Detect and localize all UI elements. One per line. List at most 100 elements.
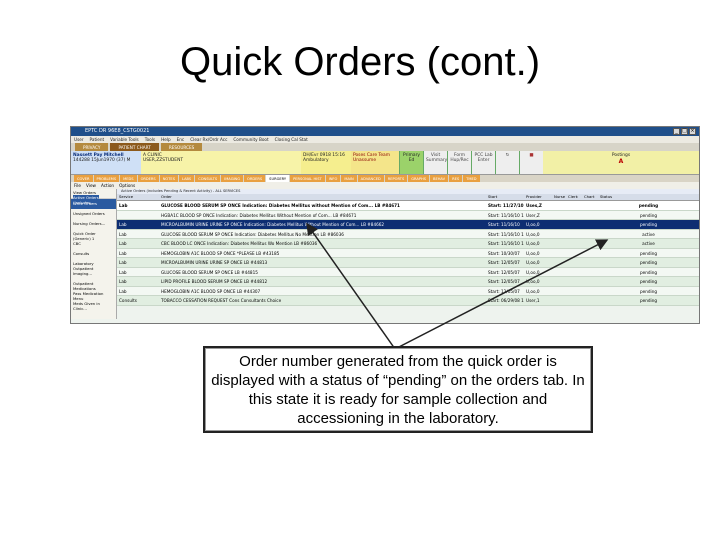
column-header[interactable]: Status xyxy=(598,194,699,200)
menu-bar: User Patient Variable Tools Tools Help Enc Cle… xyxy=(71,136,699,143)
column-header[interactable]: Chart xyxy=(582,194,598,200)
table-cell: Lab xyxy=(119,222,127,227)
visit-summary-sublabel: Summary xyxy=(426,158,448,163)
function-tab[interactable]: PROBLEMS xyxy=(93,175,120,182)
function-tab[interactable]: MAIN xyxy=(341,175,357,182)
table-cell xyxy=(566,239,582,248)
function-tab[interactable]: CONSULTS xyxy=(195,175,221,182)
patient-info[interactable]: Nassett Pay Mitchell 144288 15Jun1970 (3… xyxy=(71,151,141,174)
visit-info[interactable]: DH/Evr 0918 15:16 Ambulatory xyxy=(301,151,351,174)
callout-box: Order number generated from the quick or… xyxy=(203,346,593,433)
care-team[interactable]: Poses Care Team Unassume xyxy=(351,151,399,174)
table-row[interactable]: Lab HEMOGLOBIN A1C BLOOD SP ONCE *PLEASE … xyxy=(117,248,699,258)
table-cell xyxy=(552,201,566,210)
column-header[interactable]: Start xyxy=(486,194,524,200)
table-cell: Start: 12/05/07 xyxy=(488,260,520,265)
app-tab[interactable]: PATIENT CHART xyxy=(110,143,159,151)
toolbar-menu-item[interactable]: View xyxy=(86,182,96,189)
function-tab[interactable]: SURGERY xyxy=(266,175,290,182)
function-tab[interactable]: ORDERS xyxy=(137,175,159,182)
nav-item[interactable]: Pass Medication Menu xyxy=(71,289,116,301)
function-tab[interactable]: ADVANCED xyxy=(357,175,384,182)
table-row[interactable]: Lab GLUCOSE BLOOD SERUM SP ONCE Indicatio… xyxy=(117,229,699,239)
table-cell xyxy=(566,249,582,258)
alert-button[interactable]: ■ xyxy=(519,151,543,174)
function-tab[interactable]: PERSONAL HIST xyxy=(290,175,325,182)
nav-item[interactable]: Nursing Orders... xyxy=(71,219,116,229)
table-row[interactable]: Lab HEMOGLOBIN A1C BLOOD SP ONCE LB #4430… xyxy=(117,286,699,296)
encounter-info[interactable]: A CLINIC USER,ZZSTUDENT xyxy=(141,151,301,174)
table-row[interactable]: Lab MICROALBUMIN URINE URINE SP ONCE Indi… xyxy=(117,220,699,230)
table-cell: Start: 11/16/10 1317 xyxy=(488,212,524,218)
refresh-button[interactable]: ↻ xyxy=(495,151,519,174)
table-cell: active xyxy=(642,231,655,237)
app-tab[interactable]: PRIVACY xyxy=(75,143,109,151)
table-row[interactable]: Lab CBC BLOOD LC ONCE Indication: Diabete… xyxy=(117,239,699,249)
postings[interactable]: Postings A xyxy=(543,151,699,174)
nav-item[interactable]: Meds Given in Clinic... xyxy=(71,299,116,311)
table-row[interactable]: Lab GLUCOSE BLOOD SERUM SP ONCE LB #44815… xyxy=(117,267,699,277)
function-tab[interactable]: ORDERS xyxy=(244,175,266,182)
table-row[interactable]: Lab GLUCOSE BLOOD SERUM SP ONCE Indicatio… xyxy=(117,201,699,211)
table-cell xyxy=(582,287,598,296)
nav-item[interactable]: Laboratory Outpatient xyxy=(71,259,116,271)
menu-item[interactable]: User xyxy=(74,136,84,143)
nav-item[interactable]: Consults xyxy=(71,249,116,259)
function-tab[interactable]: IMAGING xyxy=(221,175,244,182)
function-tab[interactable]: REPORTS xyxy=(384,175,408,182)
minimize-icon[interactable]: _ xyxy=(673,128,680,135)
toolbar-menu-item[interactable]: Options xyxy=(119,182,135,189)
table-row[interactable]: Lab LIPID PROFILE BLOOD SERUM SP ONCE LB … xyxy=(117,277,699,287)
column-header[interactable]: Nurse xyxy=(552,194,566,200)
nav-item[interactable]: Write Orders xyxy=(71,199,116,209)
view-orders-header[interactable]: View Orders Active Orders (Includes... xyxy=(71,189,116,205)
menu-item[interactable]: Help xyxy=(161,136,171,143)
maximize-icon[interactable]: □ xyxy=(681,128,688,135)
table-cell xyxy=(566,220,582,229)
function-tab[interactable]: RES xyxy=(449,175,463,182)
function-tab[interactable]: LABS xyxy=(178,175,195,182)
visit-summary-button[interactable]: Visit Summary xyxy=(423,151,447,174)
menu-item[interactable]: Tools xyxy=(145,136,155,143)
function-tab[interactable]: TMED xyxy=(463,175,480,182)
column-header[interactable]: Clerk xyxy=(566,194,582,200)
function-tab[interactable]: INFO xyxy=(325,175,341,182)
table-cell: User,1 xyxy=(526,298,540,303)
close-icon[interactable]: × xyxy=(689,128,696,135)
table-cell xyxy=(552,277,566,286)
table-cell: Lab xyxy=(119,260,127,265)
primary-ed-button[interactable]: Primary Ed xyxy=(399,151,423,174)
pcc-lab-button[interactable]: PCC Lab Enter xyxy=(471,151,495,174)
function-tab[interactable]: GRAPHS xyxy=(408,175,429,182)
form-button[interactable]: Form Hup/Rec xyxy=(447,151,471,174)
table-cell: pending xyxy=(639,250,658,256)
toolbar-menu-item[interactable]: Action xyxy=(101,182,114,189)
table-row[interactable]: Consults TOBACCO CESSATION REQUEST Cons C… xyxy=(117,296,699,306)
menu-item[interactable]: Community Boot xyxy=(233,136,268,143)
menu-item[interactable]: Clear Rx/Ordr Acc xyxy=(190,136,227,143)
column-header[interactable]: Provider xyxy=(524,194,552,200)
column-header[interactable]: Service xyxy=(117,194,159,200)
nav-item[interactable]: Imaging... xyxy=(71,269,116,279)
table-cell: U,oo,0 xyxy=(526,231,540,237)
toolbar-menu-item[interactable]: File xyxy=(74,182,81,189)
table-cell: User,Z xyxy=(526,212,540,218)
column-header[interactable]: Order xyxy=(159,194,486,200)
table-row[interactable]: HGBA1C BLOOD SP ONCE Indication: Diabete… xyxy=(117,210,699,220)
app-tab[interactable]: RESOURCES xyxy=(160,143,203,151)
table-cell: MICROALBUMIN URINE URINE SP ONCE Indicat… xyxy=(161,222,385,227)
function-tab[interactable]: NOTES xyxy=(159,175,178,182)
menu-item[interactable]: Enc xyxy=(177,136,185,143)
table-cell: Lab xyxy=(119,269,127,275)
nav-item[interactable]: Quick Order (Generic) 1 xyxy=(71,229,116,241)
function-tab[interactable]: COVER xyxy=(74,175,93,182)
function-tab[interactable]: MEDS xyxy=(120,175,137,182)
table-cell xyxy=(552,220,566,229)
table-row[interactable]: Lab MICROALBUMIN URINE URINE SP ONCE LB #… xyxy=(117,258,699,268)
menu-item[interactable]: Patient xyxy=(90,136,105,143)
nav-item[interactable]: Unsigned Orders xyxy=(71,209,116,219)
menu-item[interactable]: Closing Cal Stat xyxy=(275,136,308,143)
function-tab[interactable]: BEHAV xyxy=(429,175,449,182)
menu-item[interactable]: Variable Tools xyxy=(110,136,139,143)
nav-item[interactable]: Outpatient Medications xyxy=(71,279,116,291)
